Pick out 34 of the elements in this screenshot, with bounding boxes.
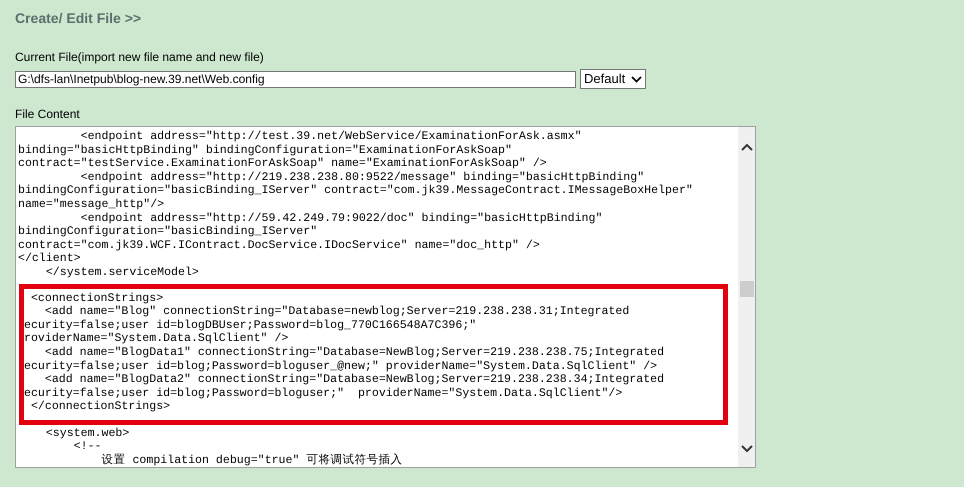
code-line: <endpoint address="http://59.42.249.79:9022/doc" binding="basicHttpBinding" xyxy=(80,212,604,226)
encoding-dropdown[interactable]: Default xyxy=(580,69,646,89)
code-line: ecurity=false;user id=blogDBUser;Password=blog_770C166548A7C396;" xyxy=(24,318,478,332)
chevron-up-icon[interactable] xyxy=(740,143,752,151)
code-line: contract="testService.ExaminationForAskSoap" name="ExaminationForAskSoap" /> xyxy=(18,157,548,171)
code-line: ecurity=false;user id=blog;Password=bloguser_@new;" providerName="System.Data.SqlClient" /> xyxy=(24,360,658,374)
code-line: 设置 compilation debug="true" 可将调试符号插入 xyxy=(100,454,404,467)
code-line: binding="basicHttpBinding" bindingConfiguration="ExaminationForAskSoap" xyxy=(18,144,513,158)
chevron-down-icon xyxy=(631,76,642,82)
file-path-field[interactable]: G:\dfs-lan\Inetpub\blog-new.39.net\Web.config xyxy=(15,70,576,88)
code-line: <add name="BlogData1" connectionString="Database=NewBlog;Server=219.238.238.75;Integrated xyxy=(44,346,666,360)
code-line: roviderName="System.Data.SqlClient" /> xyxy=(24,332,290,346)
code-line: name="message_http"/> xyxy=(18,198,166,212)
code-line: <system.web> xyxy=(44,426,130,440)
code-line: bindingConfiguration="basicBinding_IServer" xyxy=(18,225,318,239)
scrollbar[interactable] xyxy=(738,127,755,467)
code-line: </client> xyxy=(18,252,82,266)
code-line: contract="com.jk39.WCF.IContract.DocService.IDocService" name="doc_http" /> xyxy=(18,238,541,252)
code-line: ecurity=false;user id=blog;Password=bloguser;" providerName="System.Data.SqlClient"/> xyxy=(24,386,624,400)
field-label: File Content xyxy=(15,106,81,123)
code-line: </connectionStrings> xyxy=(30,400,172,414)
code-line: </system.serviceModel> xyxy=(44,266,200,280)
code-line: <connectionStrings> xyxy=(30,292,164,306)
page-heading: Create/ Edit File >> xyxy=(15,9,142,28)
code-line: <endpoint address="http://219.238.238.80:9522/message" binding="basicHttpBinding" xyxy=(80,170,646,184)
chevron-down-icon[interactable] xyxy=(740,445,752,453)
code-editor[interactable] xyxy=(15,126,756,468)
field-label: Current File(import new file name and new file) xyxy=(15,49,265,66)
code-line: <add name="BlogData2" connectionString="Database=NewBlog;Server=219.238.238.34;Integrated xyxy=(44,373,666,387)
code-line: bindingConfiguration="basicBinding_IServer" contract="com.jk39.MessageContract.IMessageBoxHelper" xyxy=(18,184,694,198)
scrollbar-thumb[interactable] xyxy=(740,281,754,297)
code-line: <endpoint address="http://test.39.net/WebService/ExaminationForAsk.asmx" xyxy=(80,130,583,144)
code-line: <!-- xyxy=(72,440,102,454)
code-line: <add name="Blog" connectionString="Database=newblog;Server=219.238.238.31;Integrated xyxy=(44,305,630,319)
